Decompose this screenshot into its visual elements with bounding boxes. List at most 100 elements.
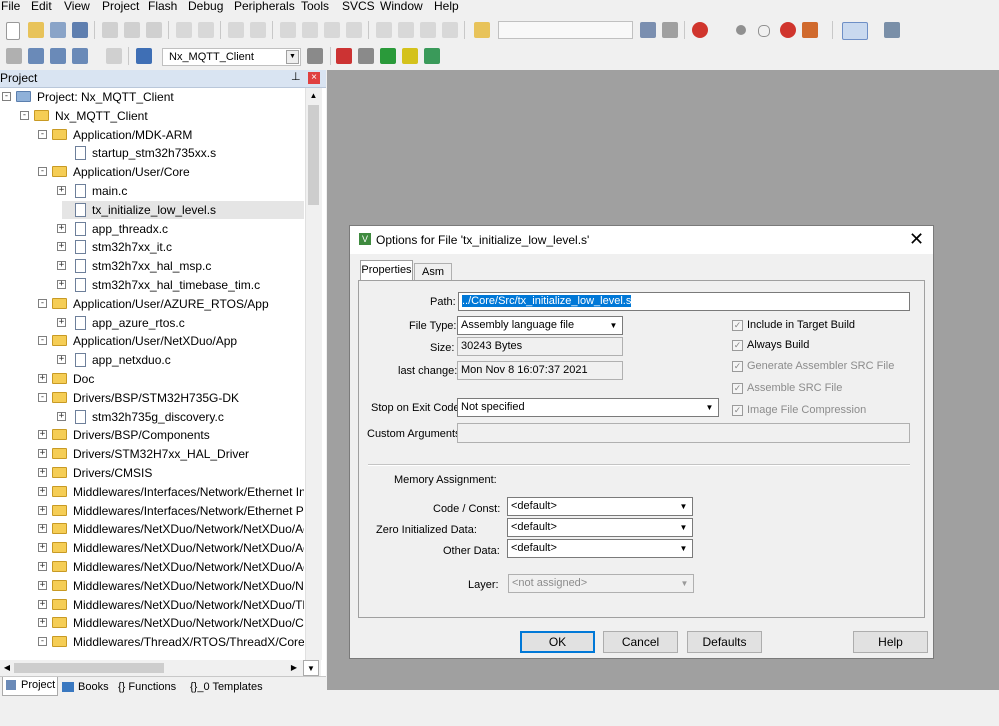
checkbox[interactable]: ✓ bbox=[732, 340, 743, 351]
tab-templates[interactable]: {}_0 Templates bbox=[188, 679, 263, 695]
file-extensions-icon[interactable] bbox=[336, 48, 352, 64]
collapse-icon[interactable]: - bbox=[38, 130, 47, 139]
tab-project[interactable]: Project bbox=[2, 677, 58, 696]
file-type-select[interactable]: Assembly language file ▼ bbox=[457, 316, 623, 335]
cancel-button[interactable]: Cancel bbox=[603, 631, 678, 653]
tree-folder-item[interactable]: + Middlewares/NetXDuo/Network/NetXDuo/Adc bbox=[0, 520, 304, 538]
find-in-files-icon[interactable] bbox=[474, 22, 490, 38]
comment-icon[interactable] bbox=[420, 22, 436, 38]
collapse-icon[interactable]: - bbox=[38, 393, 47, 402]
menu-file[interactable]: File bbox=[1, 0, 20, 13]
kill-breakpoints-icon[interactable] bbox=[780, 22, 796, 38]
target-select[interactable]: Nx_MQTT_Client ▼ bbox=[162, 48, 301, 66]
menu-peripherals[interactable]: Peripherals bbox=[234, 0, 295, 13]
tree-folder-item[interactable]: + Drivers/STM32H7xx_HAL_Driver bbox=[0, 445, 300, 463]
custom-arguments-input[interactable] bbox=[457, 423, 910, 443]
navigate-back-icon[interactable] bbox=[228, 22, 244, 38]
navigate-forward-icon[interactable] bbox=[250, 22, 266, 38]
menu-edit[interactable]: Edit bbox=[31, 0, 52, 13]
tree-file-item[interactable]: + app_netxduo.c bbox=[0, 351, 300, 369]
batch-build-icon[interactable] bbox=[72, 48, 88, 64]
run-time-environment-icon[interactable] bbox=[424, 48, 440, 64]
expand-icon[interactable]: + bbox=[38, 543, 47, 552]
collapse-icon[interactable]: - bbox=[20, 111, 29, 120]
scroll-up-icon[interactable]: ▲ bbox=[306, 88, 321, 104]
save-icon[interactable] bbox=[50, 22, 66, 38]
expand-icon[interactable]: + bbox=[38, 618, 47, 627]
tab-books[interactable]: Books bbox=[60, 679, 109, 695]
expand-icon[interactable]: + bbox=[38, 506, 47, 515]
menu-window[interactable]: Window bbox=[380, 0, 423, 13]
expand-icon[interactable]: + bbox=[57, 318, 66, 327]
scroll-left-icon[interactable]: ◀ bbox=[0, 660, 14, 676]
next-bookmark-icon[interactable] bbox=[324, 22, 340, 38]
expand-icon[interactable]: + bbox=[57, 261, 66, 270]
window-layout-icon[interactable] bbox=[842, 22, 868, 40]
collapse-icon[interactable]: - bbox=[38, 637, 47, 646]
checkbox[interactable]: ✓ bbox=[732, 383, 743, 394]
stop-on-exit-select[interactable]: Not specified ▼ bbox=[457, 398, 719, 417]
expand-icon[interactable]: + bbox=[57, 224, 66, 233]
paste-icon[interactable] bbox=[146, 22, 162, 38]
tree-file-item[interactable]: startup_stm32h735xx.s bbox=[0, 144, 300, 162]
tree-file-item[interactable]: + stm32h735g_discovery.c bbox=[0, 408, 300, 426]
new-file-icon[interactable] bbox=[6, 22, 20, 40]
checkbox[interactable]: ✓ bbox=[732, 405, 743, 416]
tree-folder-item[interactable]: - Application/User/AZURE_RTOS/App bbox=[0, 295, 300, 313]
defaults-button[interactable]: Defaults bbox=[687, 631, 762, 653]
menu-view[interactable]: View bbox=[64, 0, 90, 13]
expand-icon[interactable]: + bbox=[38, 600, 47, 609]
tree-folder-item[interactable]: + Middlewares/NetXDuo/Network/NetXDuo/Adc bbox=[0, 539, 304, 557]
expand-icon[interactable]: + bbox=[38, 562, 47, 571]
tab-functions[interactable]: {} Functions bbox=[112, 679, 176, 695]
clear-bookmarks-icon[interactable] bbox=[346, 22, 362, 38]
tree-folder-item[interactable]: - Drivers/BSP/STM32H735G-DK bbox=[0, 389, 300, 407]
expand-icon[interactable]: + bbox=[38, 468, 47, 477]
indent-icon[interactable] bbox=[376, 22, 392, 38]
rebuild-icon[interactable] bbox=[50, 48, 66, 64]
tree-folder-item[interactable]: + Middlewares/NetXDuo/Network/NetXDuo/TLS bbox=[0, 596, 304, 614]
tree-folder-item[interactable]: + Middlewares/NetXDuo/Network/NetXDuo/Cry… bbox=[0, 614, 304, 632]
tree-project-item[interactable]: - Project: Nx_MQTT_Client bbox=[0, 88, 300, 106]
expand-icon[interactable]: + bbox=[57, 186, 66, 195]
menu-svcs[interactable]: SVCS bbox=[342, 0, 375, 13]
expand-icon[interactable]: + bbox=[38, 524, 47, 533]
checkbox[interactable]: ✓ bbox=[732, 320, 743, 331]
cut-icon[interactable] bbox=[102, 22, 118, 38]
scroll-right-icon[interactable]: ▶ bbox=[287, 660, 301, 676]
menu-tools[interactable]: Tools bbox=[301, 0, 329, 13]
uncomment-icon[interactable] bbox=[442, 22, 458, 38]
disable-breakpoint-icon[interactable] bbox=[758, 25, 770, 37]
configure-icon[interactable] bbox=[884, 22, 900, 38]
pack-installer-icon[interactable] bbox=[402, 48, 418, 64]
collapse-icon[interactable]: - bbox=[38, 299, 47, 308]
expand-icon[interactable]: + bbox=[57, 355, 66, 364]
collapse-icon[interactable]: - bbox=[2, 92, 11, 101]
unindent-icon[interactable] bbox=[398, 22, 414, 38]
incremental-find-icon[interactable] bbox=[662, 22, 678, 38]
tree-vertical-scrollbar[interactable]: ▲ bbox=[305, 88, 322, 660]
find-combo[interactable] bbox=[498, 21, 633, 39]
breakpoint-icon[interactable] bbox=[736, 25, 746, 35]
collapse-icon[interactable]: - bbox=[38, 336, 47, 345]
tree-folder-item[interactable]: - Application/User/NetXDuo/App bbox=[0, 332, 300, 350]
download-icon[interactable] bbox=[136, 48, 152, 64]
pin-icon[interactable]: ⊥ bbox=[291, 70, 301, 83]
expand-icon[interactable]: + bbox=[57, 280, 66, 289]
build-icon[interactable] bbox=[28, 48, 44, 64]
code-const-select[interactable]: <default> ▼ bbox=[507, 497, 693, 516]
tree-folder-item[interactable]: + Middlewares/NetXDuo/Network/NetXDuo/Adc bbox=[0, 558, 304, 576]
scroll-thumb[interactable] bbox=[14, 663, 164, 673]
debug-session-icon[interactable] bbox=[692, 22, 708, 38]
scroll-down-icon[interactable]: ▼ bbox=[303, 660, 319, 676]
tab-asm[interactable]: Asm bbox=[414, 263, 452, 281]
open-folder-icon[interactable] bbox=[28, 22, 44, 38]
redo-icon[interactable] bbox=[198, 22, 214, 38]
menu-debug[interactable]: Debug bbox=[188, 0, 223, 13]
stop-build-icon[interactable] bbox=[106, 48, 122, 64]
tree-folder-item[interactable]: - Middlewares/ThreadX/RTOS/ThreadX/Core bbox=[0, 633, 304, 651]
tree-file-item[interactable]: + app_threadx.c bbox=[0, 220, 300, 238]
ok-button[interactable]: OK bbox=[520, 631, 595, 653]
menu-project[interactable]: Project bbox=[102, 0, 139, 13]
expand-icon[interactable]: + bbox=[38, 581, 47, 590]
